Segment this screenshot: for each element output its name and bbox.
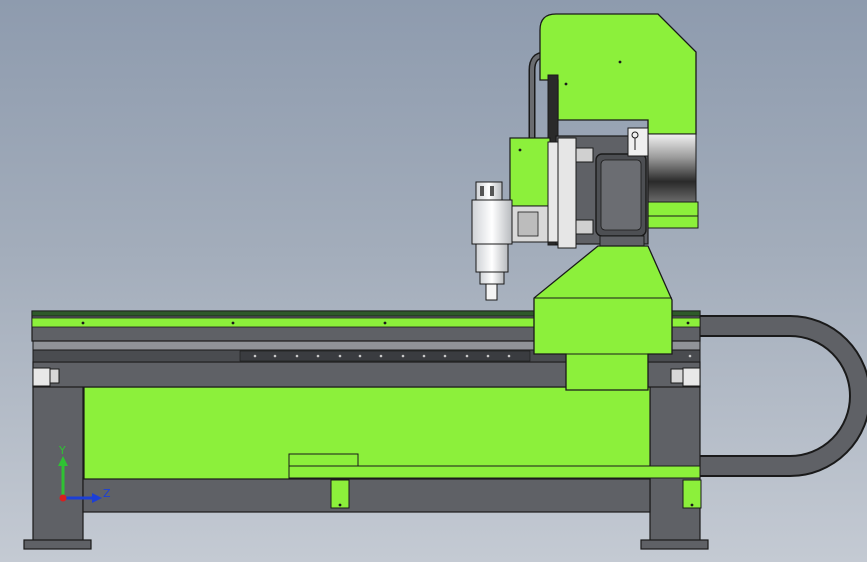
spindle-mount[interactable] — [509, 137, 559, 243]
triad-z-label: Z — [103, 487, 111, 500]
side-panel[interactable] — [83, 386, 651, 480]
stepper-motor[interactable] — [645, 133, 699, 229]
cnc-router-model[interactable]: Y Z — [0, 0, 867, 562]
spindle[interactable] — [471, 181, 513, 301]
bottom-stretcher[interactable] — [82, 477, 651, 513]
cad-graphics-viewport[interactable]: Y Z — [0, 0, 867, 562]
gantry-housing[interactable] — [539, 13, 697, 135]
triad-y-label: Y — [58, 444, 66, 457]
left-leg[interactable] — [23, 385, 92, 550]
z-carriage[interactable] — [555, 127, 649, 249]
